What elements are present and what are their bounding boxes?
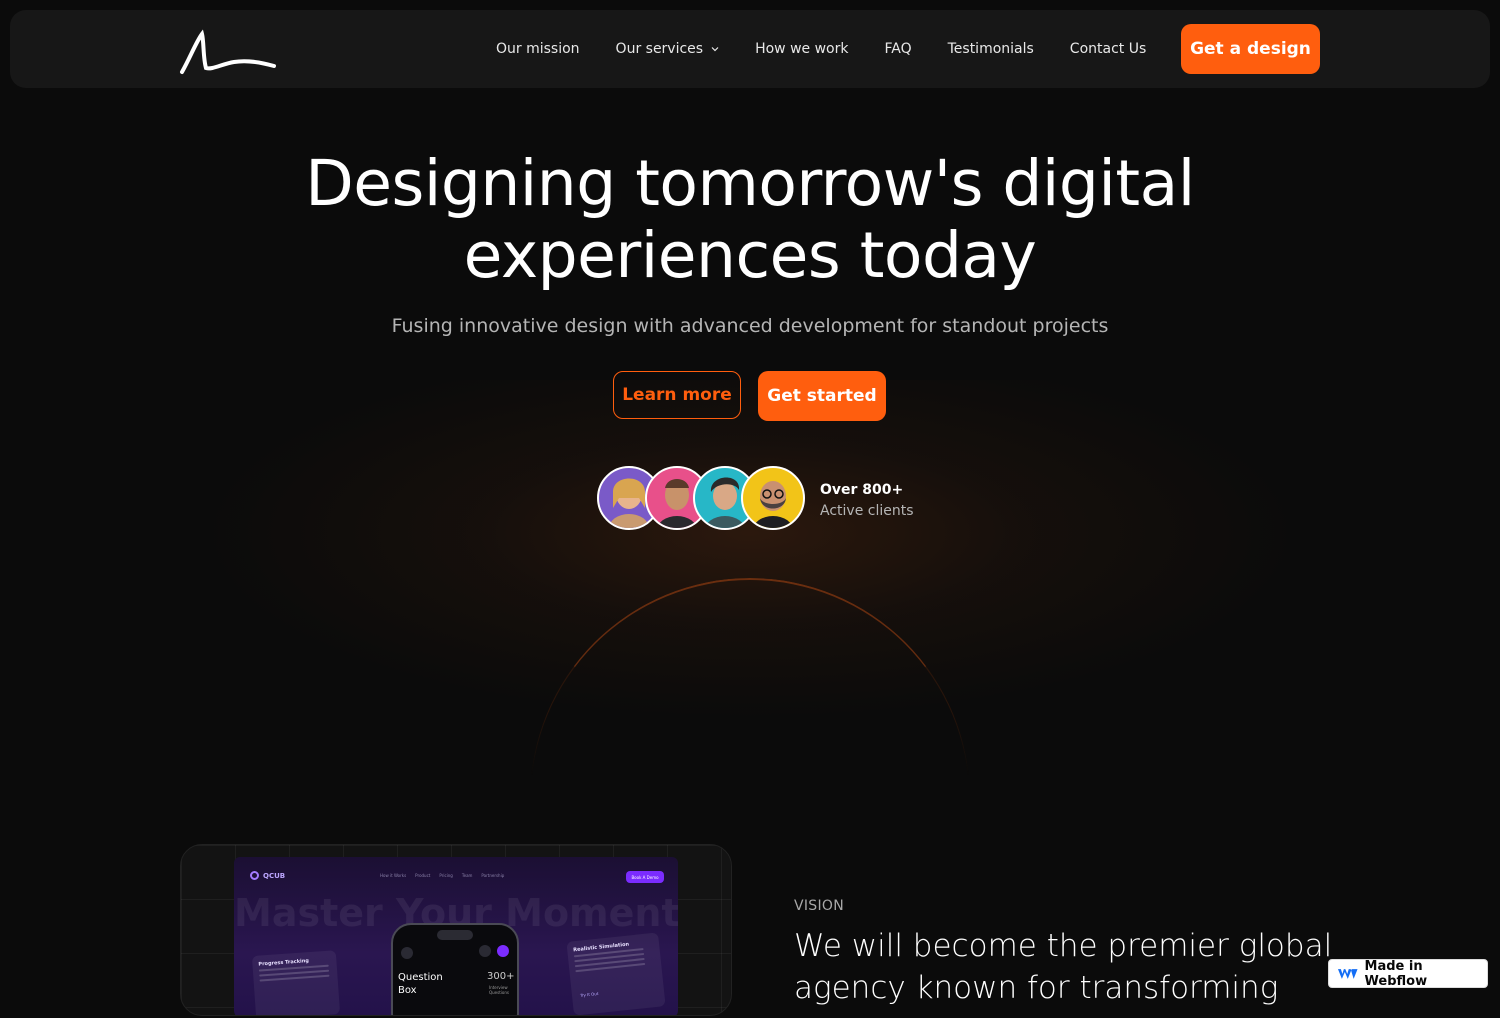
showcase-screenshot: QCUB How it Works Product Pricing Team P… xyxy=(234,857,678,1015)
nav-how-we-work[interactable]: How we work xyxy=(755,41,848,57)
mock-nav-item: Pricing xyxy=(439,873,453,878)
mock-nav-item: Product xyxy=(415,873,431,878)
menu-icon xyxy=(401,947,413,959)
nav-our-mission[interactable]: Our mission xyxy=(496,41,580,57)
nav-contact-us[interactable]: Contact Us xyxy=(1070,41,1146,57)
mock-card-link: Try It Out xyxy=(579,990,599,998)
nav-links: Our mission Our services How we work FAQ… xyxy=(496,10,1182,88)
made-in-webflow-badge[interactable]: Made in Webflow xyxy=(1328,958,1488,989)
vision-text: We will become the premier global agency… xyxy=(794,928,1333,1006)
hero-subtitle: Fusing innovative design with advanced d… xyxy=(391,315,1109,337)
mock-nav-item: Team xyxy=(461,873,473,878)
vision-label: VISION xyxy=(794,898,845,914)
mock-card-lines xyxy=(258,964,330,985)
bell-icon xyxy=(479,945,491,957)
clients-count: Over 800+ xyxy=(820,482,904,498)
showcase-card: QCUB How it Works Product Pricing Team P… xyxy=(180,844,732,1016)
avatar xyxy=(741,466,805,530)
get-started-button[interactable]: Get started xyxy=(758,371,886,421)
mock-logo-icon xyxy=(250,871,259,880)
profile-icon xyxy=(497,945,509,957)
chevron-down-icon xyxy=(711,47,719,52)
get-a-design-button[interactable]: Get a design xyxy=(1181,24,1320,74)
nav-testimonials[interactable]: Testimonials xyxy=(948,41,1034,57)
learn-more-button[interactable]: Learn more xyxy=(613,371,741,419)
phone-title: Question Box xyxy=(398,972,443,996)
hero-title: Designing tomorrow's digital experiences… xyxy=(0,148,1500,292)
mock-cta: Book A Demo xyxy=(626,871,664,883)
hero-title-line1: Designing tomorrow's digital xyxy=(305,147,1195,220)
mock-card-progress: Progress Tracking xyxy=(251,950,341,1015)
mock-nav-item: Partnership xyxy=(481,873,505,878)
badge-label: Made in Webflow xyxy=(1364,958,1428,989)
client-avatars xyxy=(597,466,813,536)
mock-nav-item: How it Works xyxy=(380,873,407,878)
mock-nav: How it Works Product Pricing Team Partne… xyxy=(380,873,513,878)
nav-faq[interactable]: FAQ xyxy=(884,41,911,57)
phone-count: 300+ xyxy=(487,971,515,982)
nav-our-services[interactable]: Our services xyxy=(616,41,720,57)
phone-notch xyxy=(437,930,473,940)
navbar: Our mission Our services How we work FAQ… xyxy=(10,10,1490,88)
mock-brand-label: QCUB xyxy=(263,871,286,880)
logo-icon[interactable] xyxy=(178,28,278,78)
nav-our-services-label: Our services xyxy=(615,41,704,57)
mock-card-simulation: Realistic Simulation Try It Out xyxy=(566,932,666,1015)
mock-brand: QCUB xyxy=(250,871,285,880)
clients-label: Active clients xyxy=(820,503,914,519)
mock-phone: Question Box 300+ Interview Questions xyxy=(391,923,519,1015)
hero-title-line2: experiences today xyxy=(463,219,1037,292)
phone-count-label: Interview Questions xyxy=(489,985,509,995)
webflow-icon xyxy=(1337,968,1358,979)
